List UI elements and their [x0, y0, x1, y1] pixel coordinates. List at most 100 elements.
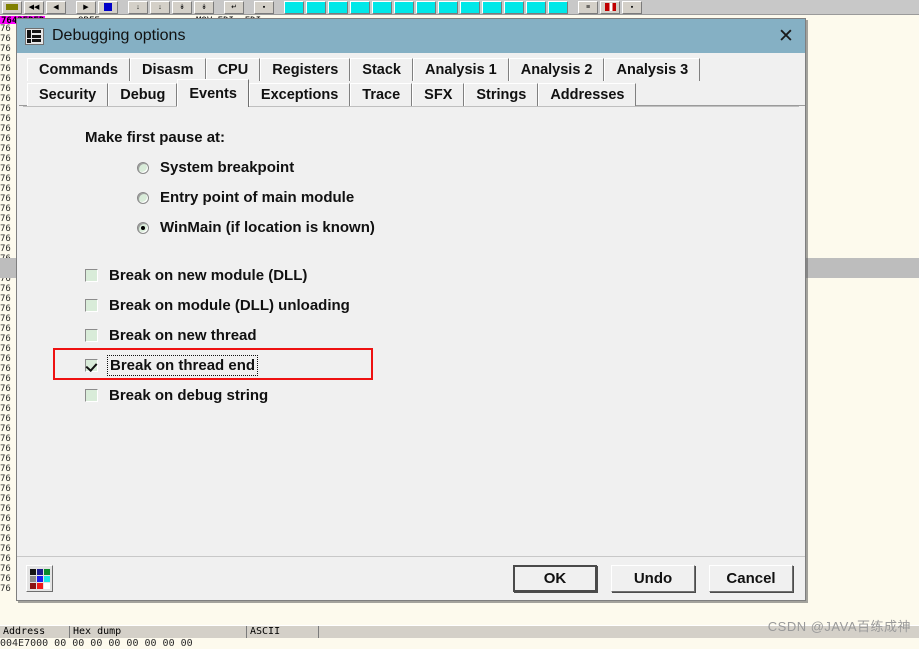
tab-security[interactable]: Security [27, 83, 109, 106]
palette-swatch [36, 575, 43, 582]
radio-label: System breakpoint [160, 159, 295, 176]
toolbar-pause-button[interactable] [98, 0, 118, 14]
radio-label: WinMain (if location is known) [160, 219, 375, 236]
tab-analysis-1[interactable]: Analysis 1 [412, 58, 509, 81]
checkbox-indicator[interactable] [85, 389, 98, 402]
close-icon[interactable]: ✕ [773, 23, 799, 49]
tab-strings[interactable]: Strings [464, 83, 539, 106]
dump-col-address[interactable]: Address [0, 626, 70, 638]
tab-debug[interactable]: Debug [108, 83, 178, 106]
toolbar-log-window-button[interactable] [284, 0, 304, 14]
toolbar-step-over-button[interactable]: ↓ [150, 0, 170, 14]
tab-cpu[interactable]: CPU [205, 58, 261, 81]
tab-label: Registers [272, 62, 339, 78]
watermark: CSDN @JAVA百练成神 [767, 619, 911, 634]
palette-swatch [36, 582, 43, 589]
toolbar-rewind-button[interactable]: ◀◀ [24, 0, 44, 14]
tab-label: SFX [424, 87, 453, 103]
tab-analysis-3[interactable]: Analysis 3 [604, 58, 701, 81]
toolbar-breakpoints-button[interactable] [482, 0, 502, 14]
checkbox-indicator[interactable] [85, 359, 98, 372]
toolbar-run-trace-button[interactable] [526, 0, 546, 14]
tab-label: Events [189, 85, 237, 102]
cancel-button[interactable]: Cancel [709, 565, 793, 592]
ok-button[interactable]: OK [513, 565, 597, 592]
tab-label: CPU [217, 62, 249, 78]
toolbar-handles-window-button[interactable] [394, 0, 414, 14]
dump-col-ascii[interactable]: ASCII [247, 626, 319, 638]
palette-swatch [43, 582, 50, 589]
olly-selection-band-right [806, 258, 919, 278]
toolbar-source-button[interactable] [548, 0, 568, 14]
tab-events[interactable]: Events [177, 79, 249, 107]
toolbar-step-into-button[interactable]: ↓ [128, 0, 148, 14]
toolbar-cpu-window-button[interactable] [416, 0, 436, 14]
toolbar-modules-window-button[interactable] [306, 0, 326, 14]
tab-analysis-2[interactable]: Analysis 2 [508, 58, 605, 81]
palette-swatch [29, 575, 36, 582]
list-icon [25, 27, 44, 45]
toolbar-references-button[interactable] [504, 0, 524, 14]
toolbar-back-button[interactable]: ◀ [46, 0, 66, 14]
screen: ◀◀◀▶↓↓↡↡↵▪≡▪ 7642FDED 8BFF MOV EDI, EDI … [0, 0, 919, 649]
color-palette-button[interactable] [26, 565, 53, 592]
checkbox-indicator[interactable] [85, 299, 98, 312]
toolbar-open-button[interactable] [2, 0, 22, 14]
tab-registers[interactable]: Registers [260, 58, 351, 81]
checkbox-break-on-new-thread[interactable]: Break on new thread [85, 327, 257, 344]
checkbox-break-on-module-dll-unloading[interactable]: Break on module (DLL) unloading [85, 297, 350, 314]
undo-button[interactable]: Undo [611, 565, 695, 592]
palette-swatch [36, 568, 43, 575]
toolbar-memory-window-button[interactable] [328, 0, 348, 14]
button-label: OK [543, 570, 567, 587]
tab-addresses[interactable]: Addresses [538, 83, 637, 106]
toolbar-execute-till-return-button[interactable]: ↵ [224, 0, 244, 14]
events-tab-panel: Make first pause at: System breakpoint En… [23, 106, 799, 556]
dialog-titlebar[interactable]: Debugging options ✕ [17, 19, 805, 53]
toolbar-trace-into-button[interactable]: ↡ [172, 0, 192, 14]
checkbox-indicator[interactable] [85, 269, 98, 282]
tab-disasm[interactable]: Disasm [129, 58, 206, 81]
tab-exceptions[interactable]: Exceptions [248, 83, 351, 106]
tab-label: Exceptions [260, 87, 339, 103]
toolbar-appearance-button[interactable] [600, 0, 620, 14]
palette-swatch [29, 568, 36, 575]
checkbox-break-on-new-module-dll[interactable]: Break on new module (DLL) [85, 267, 307, 284]
toolbar-trace-over-button[interactable]: ↡ [194, 0, 214, 14]
tab-trace[interactable]: Trace [350, 83, 413, 106]
olly-toolbar[interactable]: ◀◀ ◀ ▶ ↓ ↓ ↡ ↡ ↵ ▪ ≡ ▪ [0, 0, 919, 15]
radio-entry-point-of-main-module[interactable]: Entry point of main module [137, 189, 354, 206]
radio-indicator[interactable] [137, 221, 149, 234]
tab-label: Trace [362, 87, 401, 103]
radio-indicator[interactable] [137, 191, 149, 204]
tab-sfx[interactable]: SFX [412, 83, 465, 106]
toolbar-threads-window-button[interactable] [350, 0, 370, 14]
checkbox-label: Break on debug string [109, 387, 269, 404]
toolbar-dot-button[interactable]: ▪ [254, 0, 274, 14]
toolbar-windows-window-button[interactable] [372, 0, 392, 14]
toolbar-options-button[interactable]: ≡ [578, 0, 598, 14]
tab-commands[interactable]: Commands [27, 58, 130, 81]
color-palette-icon [29, 568, 50, 589]
checkbox-indicator[interactable] [85, 329, 98, 342]
toolbar-run-button[interactable]: ▶ [76, 0, 96, 14]
tab-label: Security [39, 87, 97, 103]
group-label-make-first-pause: Make first pause at: [85, 129, 226, 146]
dump-col-hexdump[interactable]: Hex dump [70, 626, 247, 638]
toolbar-help-button[interactable]: ▪ [622, 0, 642, 14]
radio-indicator[interactable] [137, 161, 149, 174]
dialog-action-buttons: OK Undo Cancel [513, 565, 793, 592]
toolbar-call-stack-button[interactable] [460, 0, 480, 14]
checkbox-break-on-thread-end[interactable]: Break on thread end [85, 355, 259, 376]
toolbar-patches-window-button[interactable] [438, 0, 458, 14]
checkbox-label: Break on new module (DLL) [109, 267, 308, 284]
tab-stack[interactable]: Stack [350, 58, 413, 81]
button-label: Undo [633, 570, 673, 587]
radio-winmain-if-location-is-known[interactable]: WinMain (if location is known) [137, 219, 375, 236]
checkbox-break-on-debug-string[interactable]: Break on debug string [85, 387, 268, 404]
tab-row-1: Commands Disasm CPU Registers Stack Analysis … [19, 56, 805, 81]
tab-label: Analysis 1 [424, 62, 497, 78]
radio-label: Entry point of main module [160, 189, 355, 206]
radio-system-breakpoint[interactable]: System breakpoint [137, 159, 294, 176]
tab-label: Disasm [141, 62, 194, 78]
